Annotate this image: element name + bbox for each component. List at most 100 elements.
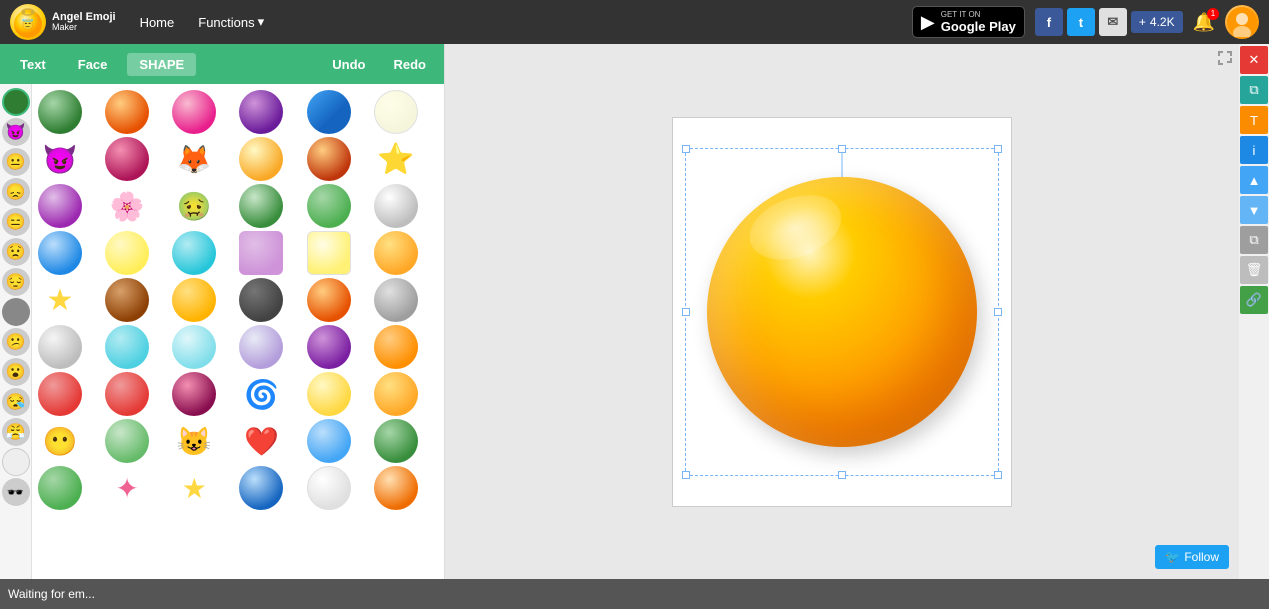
emoji-pink-ball[interactable] — [172, 90, 216, 134]
handle-bottom-center[interactable] — [838, 471, 846, 479]
copy-tool-button[interactable]: ⧉ — [1240, 76, 1268, 104]
emotion-item-neutral[interactable]: 😐 — [2, 148, 30, 176]
emoji-gray-ball2[interactable] — [105, 325, 149, 369]
shape-tab[interactable]: SHAPE — [127, 53, 196, 76]
emotion-item-sunglasses[interactable]: 🕶️ — [2, 478, 30, 506]
emotion-item-green[interactable] — [2, 88, 30, 116]
facebook-button[interactable]: f — [1035, 8, 1063, 36]
emotion-item-pensive[interactable]: 😔 — [2, 268, 30, 296]
emoji-blue-gradient[interactable] — [307, 90, 351, 134]
emoji-pink-star2[interactable]: ✦ — [105, 466, 149, 510]
handle-middle-right[interactable] — [994, 308, 1002, 316]
info-tool-button[interactable]: i — [1240, 136, 1268, 164]
emoji-red-ball2[interactable] — [105, 372, 149, 416]
emoji-green-ball2[interactable] — [307, 184, 351, 228]
emoji-yellow-ball2[interactable] — [105, 231, 149, 275]
emoji-pink-star[interactable]: ⭐ — [374, 137, 418, 181]
text-tool-button[interactable]: T — [1240, 106, 1268, 134]
emoji-purple-light[interactable] — [38, 184, 82, 228]
handle-bottom-left[interactable] — [682, 471, 690, 479]
emoji-lavender[interactable] — [239, 325, 283, 369]
emoji-gray-ball[interactable] — [38, 325, 82, 369]
emoji-green-ball3[interactable] — [105, 419, 149, 463]
emotion-item-sad[interactable]: 😞 — [2, 178, 30, 206]
emoji-purple-ball[interactable] — [239, 90, 283, 134]
emoji-grid-container[interactable]: 😈 🦊 ⭐ 🌸 🤢 — [32, 84, 444, 579]
canvas-area[interactable]: 🐦 Follow — [445, 44, 1239, 579]
email-button[interactable]: ✉ — [1099, 8, 1127, 36]
avatar-button[interactable] — [1225, 5, 1259, 39]
duplicate-tool-button[interactable]: ⧉ — [1240, 226, 1268, 254]
twitter-button[interactable]: t — [1067, 8, 1095, 36]
emoji-heart-red[interactable]: ❤️ — [239, 419, 283, 463]
emotion-item-angry[interactable]: 😤 — [2, 418, 30, 446]
undo-button[interactable]: Undo — [322, 53, 375, 76]
nav-functions[interactable]: Functions ▾ — [188, 10, 274, 34]
emoji-black-ball[interactable] — [239, 278, 283, 322]
emoji-fill5[interactable] — [374, 466, 418, 510]
down-tool-button[interactable]: ▼ — [1240, 196, 1268, 224]
emoji-yellow-ball[interactable] — [239, 137, 283, 181]
emoji-sunflower[interactable]: 🌸 — [105, 184, 149, 228]
notification-button[interactable]: 🔔 1 — [1193, 12, 1215, 33]
emoji-red-ball[interactable] — [38, 372, 82, 416]
emotion-item-white[interactable] — [2, 448, 30, 476]
like-button[interactable]: + 4.2K — [1131, 11, 1183, 33]
emoji-gold-star[interactable]: ★ — [38, 278, 82, 322]
emoji-orange-ball[interactable] — [105, 90, 149, 134]
emoji-fill3[interactable] — [374, 325, 418, 369]
handle-middle-left[interactable] — [682, 308, 690, 316]
emoji-fill4[interactable] — [374, 419, 418, 463]
emoji-purple-square[interactable] — [239, 231, 283, 275]
delete-tool-button[interactable]: 🗑 — [1240, 256, 1268, 284]
text-tab[interactable]: Text — [8, 53, 58, 76]
emotion-item-plain[interactable] — [2, 298, 30, 326]
emoji-green-ball4[interactable] — [38, 466, 82, 510]
handle-bottom-right[interactable] — [994, 471, 1002, 479]
emoji-white-ball2[interactable] — [307, 466, 351, 510]
emoji-brown-ball[interactable] — [105, 278, 149, 322]
canvas-workspace[interactable] — [672, 117, 1012, 507]
link-tool-button[interactable]: 🔗 — [1240, 286, 1268, 314]
emoji-orange-dark2[interactable] — [307, 278, 351, 322]
emoji-face-yellow[interactable]: 😶 — [38, 419, 82, 463]
emotion-item-blank[interactable]: 😑 — [2, 208, 30, 236]
redo-button[interactable]: Redo — [384, 53, 437, 76]
emotion-item-devil[interactable]: 😈 — [2, 118, 30, 146]
emoji-fill1[interactable] — [374, 278, 418, 322]
emoji-blue-ball3[interactable] — [239, 466, 283, 510]
up-tool-button[interactable]: ▲ — [1240, 166, 1268, 194]
google-play-button[interactable]: ▶ GET IT ON Google Play — [912, 6, 1025, 38]
follow-button[interactable]: 🐦 Follow — [1155, 545, 1229, 569]
emoji-green-face[interactable]: 🤢 — [172, 184, 216, 228]
emoji-cream-ball[interactable] — [374, 90, 418, 134]
emoji-face-orange[interactable]: 😺 — [172, 419, 216, 463]
emoji-light-blue[interactable] — [172, 325, 216, 369]
canvas-emoji-orange-ball[interactable] — [702, 172, 982, 452]
emoji-orange-ball3[interactable] — [374, 372, 418, 416]
emotion-item-worried[interactable]: 😟 — [2, 238, 30, 266]
emoji-amber-ball[interactable] — [172, 278, 216, 322]
emotion-item-sleepy[interactable]: 😪 — [2, 388, 30, 416]
emoji-white-ball[interactable] — [374, 184, 418, 228]
emoji-red-smiley[interactable]: 😈 — [38, 137, 82, 181]
emoji-yellow-square[interactable] — [307, 231, 351, 275]
emoji-brown-face[interactable]: 🦊 — [172, 137, 216, 181]
emoji-green-ball[interactable] — [38, 90, 82, 134]
emoji-pink-smiley[interactable] — [105, 137, 149, 181]
handle-top-right[interactable] — [994, 145, 1002, 153]
emoji-orange-ball2[interactable] — [374, 231, 418, 275]
emoji-cyan-ball[interactable] — [172, 231, 216, 275]
emoji-blue-ball[interactable] — [38, 231, 82, 275]
handle-top-left[interactable] — [682, 145, 690, 153]
expand-icon[interactable] — [1217, 50, 1233, 71]
face-tab[interactable]: Face — [66, 53, 120, 76]
close-tool-button[interactable]: ✕ — [1240, 46, 1268, 74]
emoji-dark-pink[interactable] — [172, 372, 216, 416]
emotion-item-confused[interactable]: 😕 — [2, 328, 30, 356]
emoji-earth-face[interactable]: 🌀 — [239, 372, 283, 416]
emoji-gold-star2[interactable]: ★ — [172, 466, 216, 510]
emoji-light-green[interactable] — [239, 184, 283, 228]
emotion-item-surprised[interactable]: 😮 — [2, 358, 30, 386]
emoji-blue-ball2[interactable] — [307, 419, 351, 463]
